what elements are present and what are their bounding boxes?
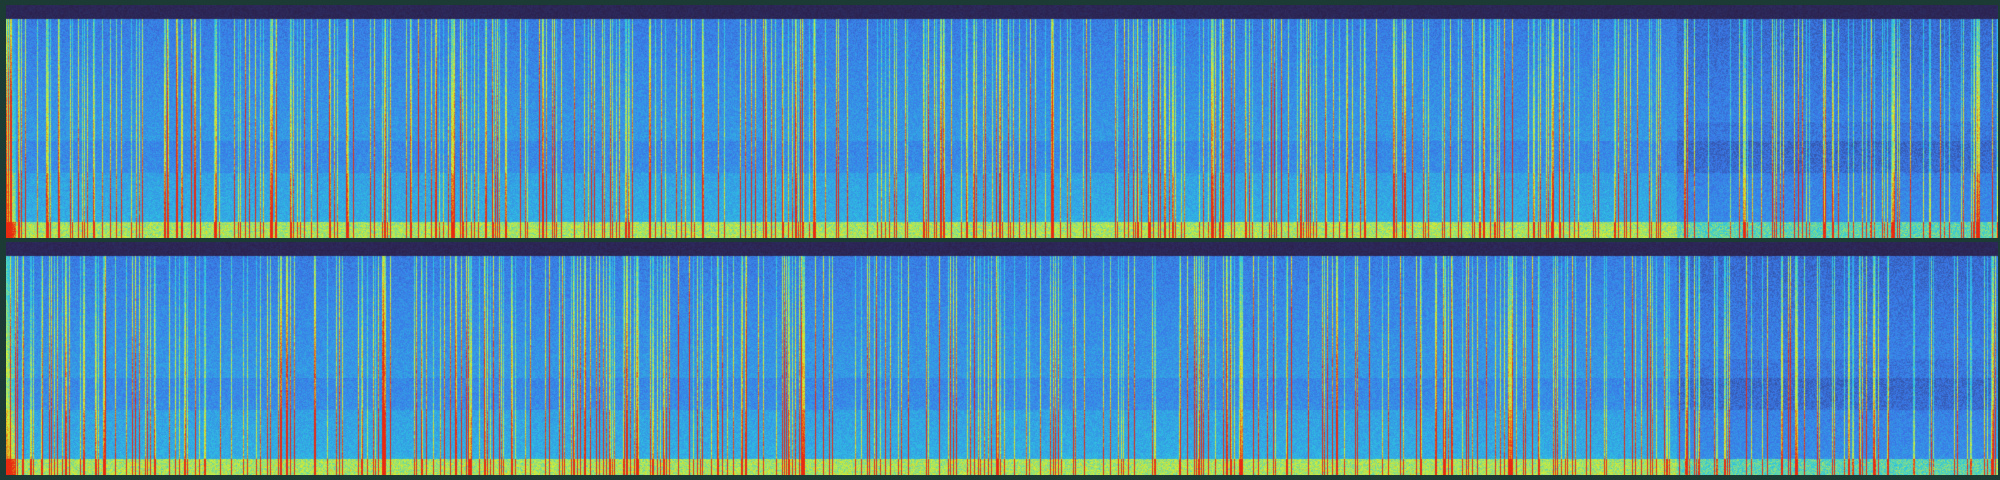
- spectrogram-canvas-right[interactable]: [6, 242, 1998, 475]
- spectrogram-window: [0, 0, 2000, 480]
- spectrogram-channel-right[interactable]: [6, 242, 1998, 475]
- spectrogram-canvas-left[interactable]: [6, 5, 1998, 238]
- spectrogram-channel-left[interactable]: [6, 5, 1998, 238]
